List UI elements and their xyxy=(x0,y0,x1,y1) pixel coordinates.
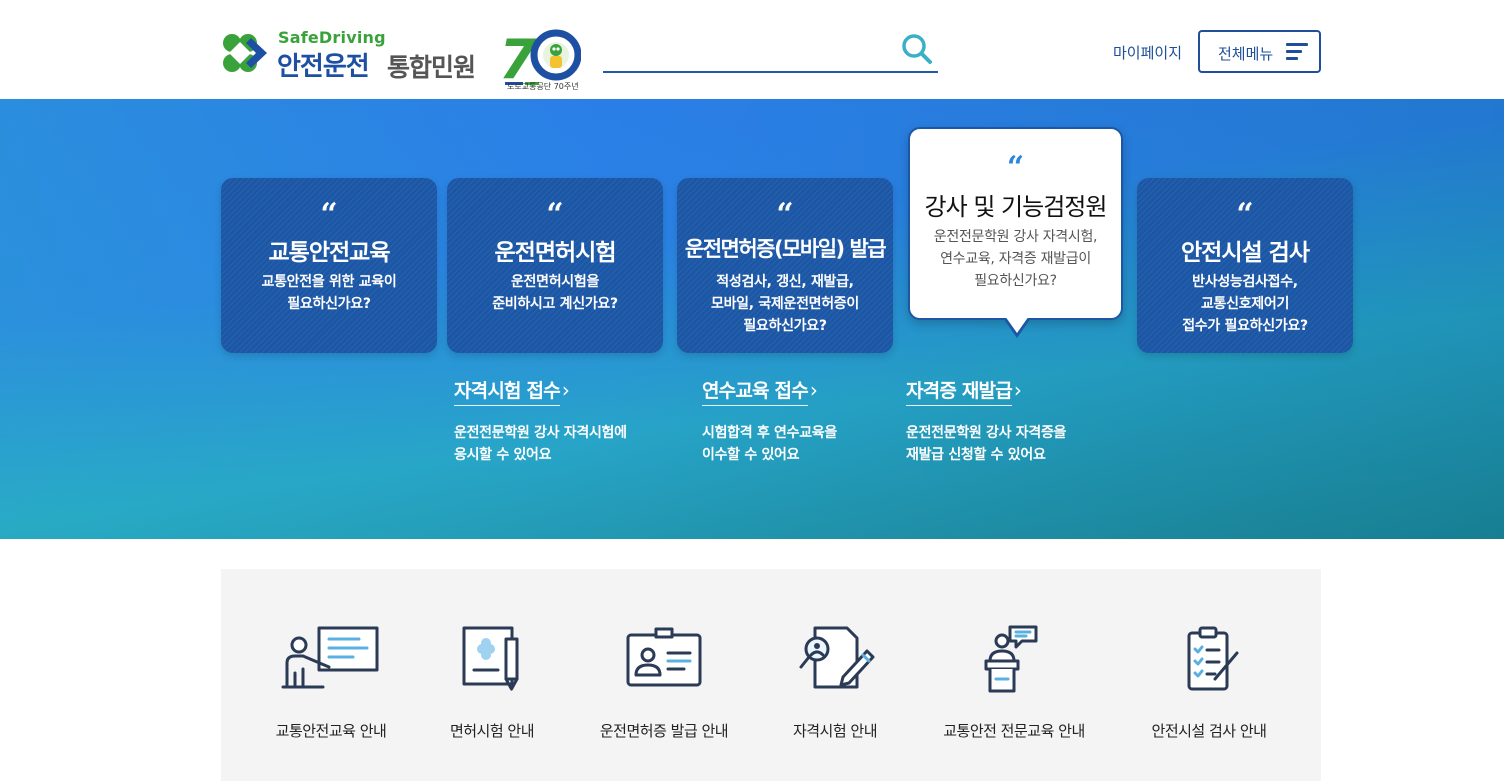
card-title: 운전면허시험 xyxy=(494,240,617,266)
site-header: SafeDriving 안전운전 통합민원 7 도로교통공단 70주년 마이페이… xyxy=(0,0,1504,99)
chevron-right-icon: › xyxy=(809,378,818,402)
all-menu-button[interactable]: 전체메뉴 xyxy=(1198,30,1321,73)
card-description: 운전면허시험을 준비하시고 계신가요? xyxy=(492,274,618,312)
sublink-description: 운전전문학원 강사 자격증을 재발급 신청할 수 있어요 xyxy=(906,425,1067,463)
sublink-title[interactable]: 자격증 재발급 xyxy=(906,376,1013,406)
card-instructor-examiner[interactable]: “ 강사 및 기능검정원 운전전문학원 강사 자격시험, 연수교육, 자격증 재… xyxy=(908,127,1123,338)
card-driver-license-exam[interactable]: “ 운전면허시험 운전면허시험을 준비하시고 계신가요? xyxy=(447,178,663,353)
card-safety-facility-inspection[interactable]: “ 안전시설 검사 반사성능검사접수, 교통신호제어기 접수가 필요하신가요? xyxy=(1137,178,1353,353)
mypage-link[interactable]: 마이페이지 xyxy=(1113,42,1182,63)
card-title: 교통안전교육 xyxy=(268,240,391,266)
guide-license-issuance[interactable]: 운전면허증 발급 안내 xyxy=(569,625,759,755)
anniversary-caption: 도로교통공단 70주년 xyxy=(507,82,579,91)
sublink-title[interactable]: 자격시험 접수 xyxy=(454,376,561,406)
card-description: 교통안전을 위한 교육이 필요하신가요? xyxy=(261,274,397,312)
quote-icon: “ xyxy=(1006,150,1025,185)
quote-icon: “ xyxy=(546,197,564,232)
search-bar xyxy=(603,30,938,73)
sublink-qualification-exam[interactable]: 자격시험 접수 › 운전전문학원 강사 자격시험에 응시할 수 있어요 xyxy=(454,376,627,466)
sublink-description: 운전전문학원 강사 자격시험에 응시할 수 있어요 xyxy=(454,425,627,463)
card-description: 반사성능검사접수, 교통신호제어기 접수가 필요하신가요? xyxy=(1182,274,1308,334)
all-menu-label: 전체메뉴 xyxy=(1218,45,1274,63)
guide-professional-education[interactable]: 교통안전 전문교육 안내 xyxy=(919,625,1109,755)
exam-document-pen-icon xyxy=(462,626,519,691)
sublink-description: 시험합격 후 연수교육을 이수할 수 있어요 xyxy=(702,425,837,463)
teacher-board-icon xyxy=(281,626,379,689)
card-title: 운전면허증(모바일) 발급 xyxy=(684,237,887,261)
chevron-right-icon: › xyxy=(1013,378,1022,402)
guide-label: 교통안전 전문교육 안내 xyxy=(943,722,1085,740)
hamburger-menu-icon xyxy=(1286,43,1310,61)
quote-icon: “ xyxy=(1236,197,1254,232)
quote-icon: “ xyxy=(320,197,338,232)
document-search-pen-icon xyxy=(799,626,875,689)
guide-label: 안전시설 검사 안내 xyxy=(1151,722,1267,740)
guide-section: 교통안전교육 안내 면허시험 안내 운전면허증 발급 안내 자격시험 안내 교통… xyxy=(221,569,1321,781)
card-license-issuance[interactable]: “ 운전면허증(모바일) 발급 적성검사, 갱신, 재발급, 모바일, 국제운전… xyxy=(677,178,893,353)
search-icon[interactable] xyxy=(900,32,934,66)
chevron-right-icon: › xyxy=(561,378,570,402)
speaker-podium-icon xyxy=(984,625,1038,693)
id-card-icon xyxy=(626,627,702,687)
clipboard-checklist-icon xyxy=(1187,626,1239,691)
search-input[interactable] xyxy=(603,30,893,70)
card-title: 안전시설 검사 xyxy=(1181,240,1310,266)
hero-section: “ 교통안전교육 교통안전을 위한 교육이 필요하신가요? “ 운전면허시험 운… xyxy=(0,99,1504,539)
guide-label: 운전면허증 발급 안내 xyxy=(599,722,729,740)
logo-service-name: 통합민원 xyxy=(387,53,476,82)
sublink-training-course[interactable]: 연수교육 접수 › 시험합격 후 연수교육을 이수할 수 있어요 xyxy=(702,376,837,466)
logo-title: 안전운전 xyxy=(277,52,370,82)
sublink-title[interactable]: 연수교육 접수 xyxy=(702,376,809,406)
card-traffic-safety-education[interactable]: “ 교통안전교육 교통안전을 위한 교육이 필요하신가요? xyxy=(221,178,437,353)
guide-qualification-exam[interactable]: 자격시험 안내 xyxy=(740,625,930,755)
card-title: 강사 및 기능검정원 xyxy=(924,193,1108,221)
guide-safety-facility-inspection[interactable]: 안전시설 검사 안내 xyxy=(1114,625,1304,755)
site-logo[interactable]: SafeDriving 안전운전 통합민원 7 도로교통공단 70주년 xyxy=(221,28,581,92)
guide-license-exam[interactable]: 면허시험 안내 xyxy=(397,625,587,755)
guide-label: 자격시험 안내 xyxy=(792,722,878,740)
quote-icon: “ xyxy=(776,197,794,232)
sublink-certificate-reissue[interactable]: 자격증 재발급 › 운전전문학원 강사 자격증을 재발급 신청할 수 있어요 xyxy=(906,376,1066,466)
clover-logo-icon xyxy=(223,34,267,72)
guide-label: 면허시험 안내 xyxy=(449,722,535,740)
speech-bubble-tail-inner xyxy=(1005,316,1029,333)
logo-subtitle: SafeDriving xyxy=(278,28,386,47)
card-description: 운전전문학원 강사 자격시험, 연수교육, 자격증 재발급이 필요하신가요? xyxy=(933,229,1098,289)
card-description: 적성검사, 갱신, 재발급, 모바일, 국제운전면허증이 필요하신가요? xyxy=(711,274,859,334)
